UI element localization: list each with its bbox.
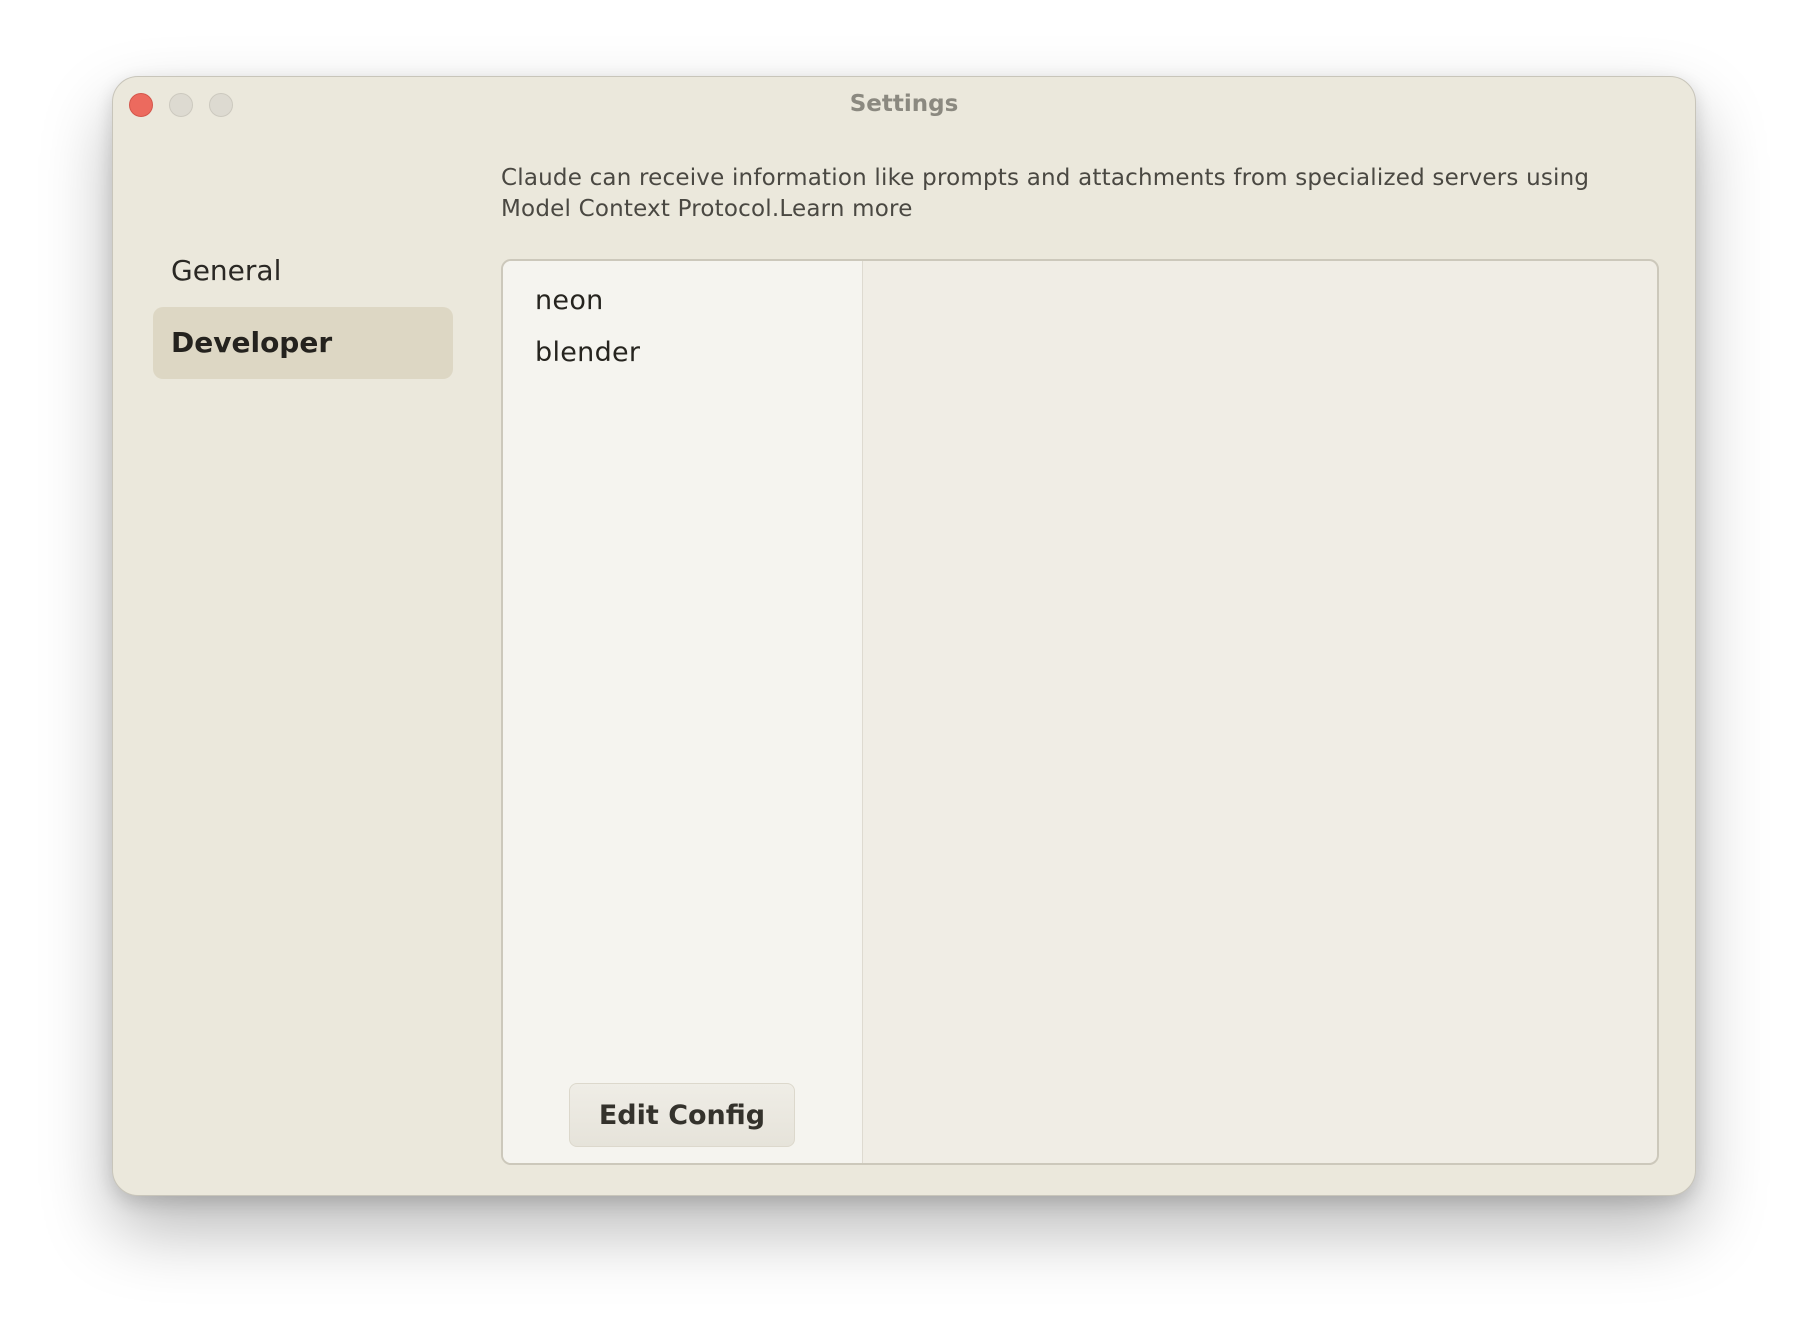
settings-window: Settings General Developer Claude can re…	[112, 76, 1696, 1196]
mcp-description-text: Claude can receive information like prom…	[501, 165, 1590, 222]
sidebar-item-general[interactable]: General	[153, 235, 453, 307]
server-list: neon blender Edit Config	[503, 261, 863, 1163]
title-bar[interactable]: Settings	[113, 77, 1695, 133]
settings-sidebar: General Developer	[153, 235, 453, 379]
sidebar-item-developer[interactable]: Developer	[153, 307, 453, 379]
server-item-blender[interactable]: blender	[503, 327, 862, 379]
learn-more-link[interactable]: Learn more	[779, 196, 912, 222]
edit-config-button[interactable]: Edit Config	[569, 1083, 795, 1147]
mcp-servers-panel: neon blender Edit Config	[501, 259, 1659, 1165]
window-title: Settings	[849, 91, 959, 117]
server-item-neon[interactable]: neon	[503, 275, 862, 327]
server-detail-pane	[863, 261, 1657, 1163]
mcp-description: Claude can receive information like prom…	[501, 163, 1651, 225]
